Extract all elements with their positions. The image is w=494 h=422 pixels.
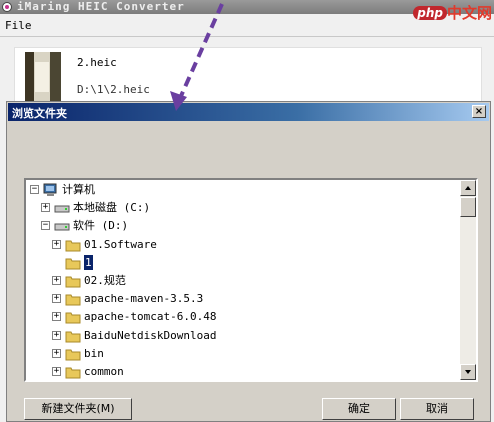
collapse-icon[interactable]: − [41,221,50,231]
expand-icon[interactable]: + [52,330,61,340]
folder-icon [65,346,81,362]
tree-node-label: 软件 (D:) [73,219,129,233]
collapse-icon[interactable]: − [30,185,39,194]
app-logo-icon [2,2,12,12]
file-path: D:\1\2.heic [77,83,150,96]
ok-button[interactable]: 确定 [322,398,396,420]
file-thumbnail [25,52,61,104]
tree-node-label: 本地磁盘 (C:) [73,201,151,215]
drive-icon [54,218,70,234]
dialog-title: 浏览文件夹 [12,107,67,120]
new-folder-button[interactable]: 新建文件夹(M) [24,398,132,420]
watermark: php 中文网 [413,2,492,23]
expand-icon[interactable]: + [52,312,61,322]
folder-icon [65,328,81,344]
drive-icon [54,200,70,216]
tree-node-label: bin [84,346,104,360]
expand-icon[interactable]: + [52,348,61,358]
tree-node[interactable]: 1 [26,254,456,272]
folder-icon [65,291,81,307]
tree-node[interactable]: + apache-maven-3.5.3 [26,290,456,308]
tree-node-label: 01.Software [84,237,157,251]
tree-node-label: apache-tomcat-6.0.48 [84,310,217,324]
folder-icon [65,237,81,253]
tree-node[interactable]: +02.规范 [26,272,456,290]
vertical-scrollbar[interactable] [460,180,476,380]
tree-node-label: apache-maven-3.5.3 [84,292,204,306]
cancel-button[interactable]: 取消 [400,398,474,420]
expand-icon[interactable]: + [52,239,61,249]
file-name: 2.heic [77,56,117,69]
tree-node-label: common [84,365,124,378]
folder-tree[interactable]: − 计算机 + 本地磁盘 (C:) − 软件 (D:) +01.Software 1 +02.规… [24,178,478,382]
scroll-down-button[interactable] [460,364,476,380]
watermark-badge: php [413,5,447,20]
tree-node[interactable]: + apache-tomcat-6.0.48 [26,308,456,326]
folder-icon [65,364,81,380]
computer-icon [43,182,59,198]
folder-icon [65,255,81,271]
expand-icon[interactable]: + [41,203,50,213]
tree-node[interactable]: + bin [26,345,456,363]
expand-icon[interactable]: + [52,367,61,376]
expand-icon[interactable]: + [52,276,61,285]
app-title: iMaring HEIC Converter [17,0,185,13]
menu-file[interactable]: File [5,19,32,32]
scroll-up-button[interactable] [460,180,476,196]
tree-node-label: 02.规范 [84,274,126,287]
tree-node[interactable]: + BaiduNetdiskDownload [26,327,456,345]
browse-folder-dialog: 浏览文件夹 × − 计算机 + 本地磁盘 (C:) − 软件 (D:) +01.Softwa… [6,101,491,422]
file-list-item[interactable]: 2.heic D:\1\2.heic [14,47,482,109]
tree-node-label: 1 [84,254,93,270]
tree-node[interactable]: − 软件 (D:) [26,217,456,235]
tree-node-label: 计算机 [62,183,95,196]
tree-node[interactable]: + common [26,363,456,380]
tree-node[interactable]: + 本地磁盘 (C:) [26,199,456,217]
folder-icon [65,309,81,325]
tree-node[interactable]: +01.Software [26,236,456,254]
dialog-titlebar[interactable]: 浏览文件夹 × [8,103,489,121]
scroll-thumb[interactable] [460,197,476,217]
tree-node[interactable]: − 计算机 [26,181,456,199]
tree-node-label: BaiduNetdiskDownload [84,328,217,342]
folder-icon [65,273,81,289]
expand-icon[interactable]: + [52,294,61,304]
close-button[interactable]: × [472,105,486,118]
watermark-site: 中文网 [446,4,492,22]
